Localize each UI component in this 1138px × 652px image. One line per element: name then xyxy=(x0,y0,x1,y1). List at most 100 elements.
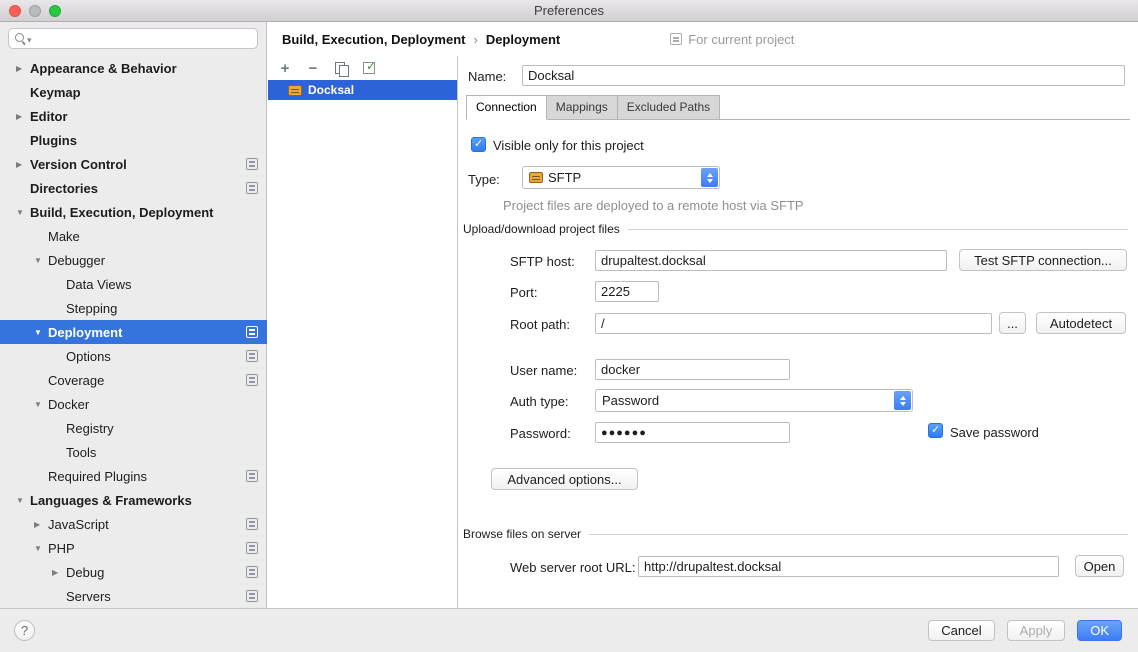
apply-button[interactable]: Apply xyxy=(1007,620,1066,641)
sidebar-item-label: Debugger xyxy=(48,253,105,268)
settings-search-input[interactable] xyxy=(36,32,251,46)
sidebar-item-deployment[interactable]: ▼Deployment xyxy=(0,320,267,344)
sidebar-item-servers[interactable]: Servers xyxy=(0,584,267,608)
sidebar-item-coverage[interactable]: Coverage xyxy=(0,368,267,392)
window-controls xyxy=(9,5,61,17)
ok-button[interactable]: OK xyxy=(1077,620,1122,641)
open-button[interactable]: Open xyxy=(1075,555,1124,577)
collapse-arrow-icon[interactable]: ▼ xyxy=(34,328,48,337)
sidebar-item-label: Coverage xyxy=(48,373,104,388)
breadcrumb-separator-icon: › xyxy=(473,32,477,47)
sidebar-item-label: Plugins xyxy=(30,133,77,148)
root-path-input[interactable] xyxy=(595,313,992,334)
name-label: Name: xyxy=(468,69,506,84)
use-as-default-button[interactable] xyxy=(361,60,377,76)
save-password-checkbox[interactable] xyxy=(928,423,943,438)
type-dropdown[interactable]: SFTP xyxy=(522,166,720,189)
save-password-label: Save password xyxy=(950,425,1039,440)
sidebar-item-registry[interactable]: Registry xyxy=(0,416,267,440)
sidebar-item-make[interactable]: Make xyxy=(0,224,267,248)
sidebar-item-php[interactable]: ▼PHP xyxy=(0,536,267,560)
web-root-label: Web server root URL: xyxy=(510,560,635,575)
expand-arrow-icon[interactable]: ▶ xyxy=(16,160,30,169)
sidebar-item-label: Deployment xyxy=(48,325,122,340)
sidebar-item-label: Keymap xyxy=(30,85,81,100)
expand-arrow-icon[interactable]: ▶ xyxy=(34,520,48,529)
server-item-docksal[interactable]: Docksal xyxy=(268,80,457,100)
collapse-arrow-icon[interactable]: ▼ xyxy=(34,256,48,265)
auth-type-value: Password xyxy=(602,393,894,408)
green-check-icon xyxy=(363,62,375,74)
collapse-arrow-icon[interactable]: ▼ xyxy=(16,496,30,505)
sidebar-item-version-control[interactable]: ▶Version Control xyxy=(0,152,267,176)
password-input[interactable] xyxy=(595,422,790,443)
expand-arrow-icon[interactable]: ▶ xyxy=(16,112,30,121)
remove-server-button[interactable]: − xyxy=(305,60,321,76)
tab-excluded-paths[interactable]: Excluded Paths xyxy=(617,95,720,119)
sidebar-item-debug[interactable]: ▶Debug xyxy=(0,560,267,584)
tab-mappings[interactable]: Mappings xyxy=(546,95,618,119)
server-item-label: Docksal xyxy=(308,83,354,97)
sftp-host-label: SFTP host: xyxy=(510,254,575,269)
expand-arrow-icon[interactable]: ▶ xyxy=(16,64,30,73)
test-sftp-connection-button[interactable]: Test SFTP connection... xyxy=(959,249,1127,271)
copy-icon xyxy=(335,62,348,75)
name-input[interactable] xyxy=(522,65,1125,86)
title-bar: Preferences xyxy=(0,0,1138,22)
sidebar-item-languages-frameworks[interactable]: ▼Languages & Frameworks xyxy=(0,488,267,512)
sftp-host-input[interactable] xyxy=(595,250,947,271)
sidebar-item-build-execution-deployment[interactable]: ▼Build, Execution, Deployment xyxy=(0,200,267,224)
root-path-browse-button[interactable]: ... xyxy=(999,312,1026,334)
sidebar-item-label: Appearance & Behavior xyxy=(30,61,177,76)
advanced-options-button[interactable]: Advanced options... xyxy=(491,468,638,490)
dropdown-stepper-icon xyxy=(894,391,911,410)
sidebar-item-label: Servers xyxy=(66,589,111,604)
sidebar-item-debugger[interactable]: ▼Debugger xyxy=(0,248,267,272)
add-server-button[interactable]: + xyxy=(277,60,293,76)
sidebar-item-javascript[interactable]: ▶JavaScript xyxy=(0,512,267,536)
collapse-arrow-icon[interactable]: ▼ xyxy=(34,400,48,409)
sidebar-item-label: Tools xyxy=(66,445,96,460)
upload-section-title: Upload/download project files xyxy=(463,222,620,236)
settings-tree: ▶Appearance & BehaviorKeymap▶EditorPlugi… xyxy=(0,56,267,608)
sidebar-item-label: Data Views xyxy=(66,277,132,292)
sidebar-item-keymap[interactable]: Keymap xyxy=(0,80,267,104)
help-button[interactable]: ? xyxy=(14,620,35,641)
sidebar-item-required-plugins[interactable]: Required Plugins xyxy=(0,464,267,488)
settings-search-box[interactable] xyxy=(8,28,258,49)
sidebar-item-label: PHP xyxy=(48,541,75,556)
shared-settings-icon xyxy=(246,518,258,530)
web-root-input[interactable] xyxy=(638,556,1059,577)
cancel-button[interactable]: Cancel xyxy=(928,620,994,641)
copy-server-button[interactable] xyxy=(333,60,349,76)
collapse-arrow-icon[interactable]: ▼ xyxy=(34,544,48,553)
sidebar-item-label: Version Control xyxy=(30,157,127,172)
autodetect-button[interactable]: Autodetect xyxy=(1036,312,1126,334)
dialog-footer: ? Cancel Apply OK xyxy=(0,608,1138,652)
sidebar-item-docker[interactable]: ▼Docker xyxy=(0,392,267,416)
sidebar-item-directories[interactable]: Directories xyxy=(0,176,267,200)
sidebar-item-label: Required Plugins xyxy=(48,469,147,484)
sidebar-item-data-views[interactable]: Data Views xyxy=(0,272,267,296)
tab-connection[interactable]: Connection xyxy=(466,95,547,120)
sidebar-item-tools[interactable]: Tools xyxy=(0,440,267,464)
search-options-chevron-icon[interactable] xyxy=(27,31,32,46)
visible-only-checkbox[interactable] xyxy=(471,137,486,152)
root-path-label: Root path: xyxy=(510,317,570,332)
footer-buttons: Cancel Apply OK xyxy=(928,620,1122,641)
sidebar-item-stepping[interactable]: Stepping xyxy=(0,296,267,320)
settings-header: Build, Execution, Deployment › Deploymen… xyxy=(268,22,1138,56)
auth-type-dropdown[interactable]: Password xyxy=(595,389,913,412)
sidebar-item-editor[interactable]: ▶Editor xyxy=(0,104,267,128)
zoom-button[interactable] xyxy=(49,5,61,17)
collapse-arrow-icon[interactable]: ▼ xyxy=(16,208,30,217)
sidebar-item-plugins[interactable]: Plugins xyxy=(0,128,267,152)
sidebar-item-options[interactable]: Options xyxy=(0,344,267,368)
expand-arrow-icon[interactable]: ▶ xyxy=(52,568,66,577)
sidebar-item-appearance-behavior[interactable]: ▶Appearance & Behavior xyxy=(0,56,267,80)
breadcrumb-parent[interactable]: Build, Execution, Deployment xyxy=(282,32,465,47)
port-input[interactable] xyxy=(595,281,659,302)
close-button[interactable] xyxy=(9,5,21,17)
user-name-input[interactable] xyxy=(595,359,790,380)
upload-section-separator: Upload/download project files xyxy=(463,222,1128,236)
